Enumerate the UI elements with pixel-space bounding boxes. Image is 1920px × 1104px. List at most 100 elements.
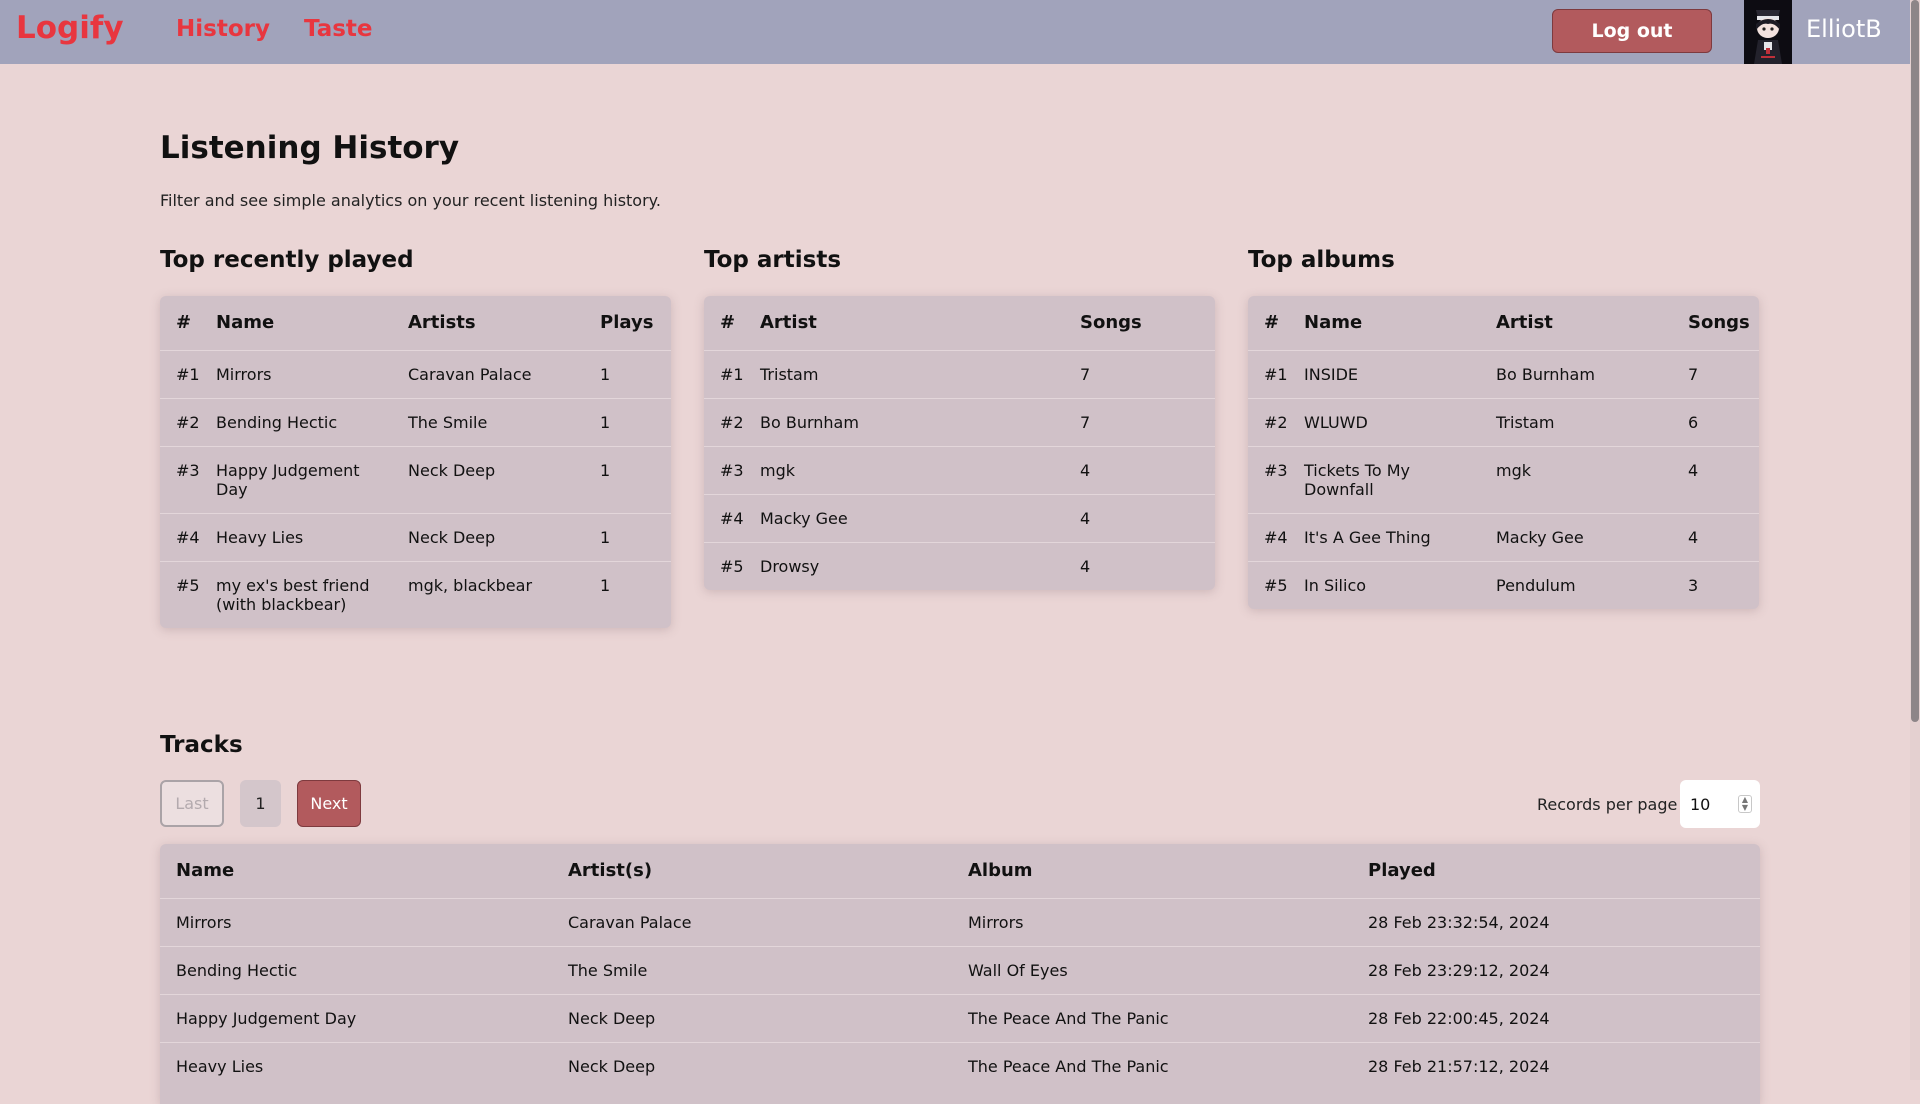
nav-link-history[interactable]: History (176, 16, 270, 42)
brand-logo[interactable]: Logify (16, 10, 124, 46)
username[interactable]: ElliotB (1806, 15, 1882, 43)
name-cell: Heavy Lies (208, 513, 400, 562)
table-row: #4 It's A Gee Thing Macky Gee 4 (1248, 513, 1759, 562)
column-header: # (704, 296, 752, 351)
name-cell: Mirrors (208, 350, 400, 399)
artist-cell: mgk (1488, 446, 1680, 514)
name-cell: my ex's best friend (with blackbear) (216, 575, 370, 614)
rank-cell: #4 (1248, 513, 1296, 562)
artist-cell: Macky Gee (1488, 513, 1680, 562)
column-header: # (1248, 296, 1296, 351)
table-row: #2 Bending Hectic The Smile 1 (160, 398, 671, 447)
songs-cell: 7 (1072, 350, 1215, 399)
artist-cell: Tristam (752, 350, 1072, 399)
artist-cell: Drowsy (760, 556, 820, 576)
plays-cell: 1 (592, 350, 671, 399)
artists-cell: Neck Deep (400, 513, 592, 562)
column-header: Artist (1488, 296, 1680, 351)
table-row: #5 my ex's best friend (with blackbear) … (160, 561, 671, 628)
rank-cell: #1 (704, 350, 752, 399)
page-subtitle: Filter and see simple analytics on your … (160, 191, 661, 210)
track-name-cell: Happy Judgement Day (160, 994, 560, 1043)
table-row: #2 Bo Burnham 7 (704, 398, 1215, 447)
artists-cell: The Smile (400, 398, 592, 447)
track-album-cell: Wall Of Eyes (960, 946, 1360, 995)
album-name-cell: INSIDE (1296, 350, 1488, 399)
plays-cell: 1 (600, 575, 611, 595)
track-played-cell: 28 Feb 22:00:45, 2024 (1360, 994, 1760, 1043)
table-header-row: # Artist Songs (704, 296, 1215, 351)
artists-cell: Neck Deep (400, 446, 592, 514)
rank-cell: #2 (160, 398, 208, 447)
table-row[interactable]: Heavy Lies Neck Deep The Peace And The P… (160, 1042, 1760, 1090)
table-row[interactable]: Mirrors Caravan Palace Mirrors 28 Feb 23… (160, 898, 1760, 947)
logout-button[interactable]: Log out (1552, 9, 1712, 53)
table-row: #4 Heavy Lies Neck Deep 1 (160, 513, 671, 562)
pagination-last-button[interactable]: Last (160, 780, 224, 827)
pagination-next-button[interactable]: Next (297, 780, 361, 827)
rank-cell: #3 (160, 446, 208, 514)
top-played-title: Top recently played (160, 247, 414, 273)
track-artists-cell: Neck Deep (568, 1056, 656, 1076)
page-title: Listening History (160, 130, 460, 166)
table-row: #3 mgk 4 (704, 446, 1215, 495)
songs-cell: 7 (1072, 398, 1215, 447)
pagination-page-1[interactable]: 1 (240, 780, 281, 827)
album-name-cell: Tickets To My Downfall (1296, 446, 1488, 514)
songs-cell: 4 (1072, 446, 1215, 495)
records-per-page-input[interactable]: 10 ▲ ▼ (1680, 780, 1760, 828)
top-artists-title: Top artists (704, 247, 842, 273)
top-albums-table: # Name Artist Songs #1 INSIDE Bo Burnham… (1248, 296, 1759, 609)
plays-cell: 1 (592, 446, 671, 514)
name-cell: Happy Judgement Day (208, 446, 400, 514)
table-row: #3 Happy Judgement Day Neck Deep 1 (160, 446, 671, 514)
songs-cell: 4 (1080, 556, 1091, 576)
track-played-cell: 28 Feb 23:32:54, 2024 (1360, 898, 1760, 947)
table-row: #1 Mirrors Caravan Palace 1 (160, 350, 671, 399)
top-albums-title: Top albums (1248, 247, 1395, 273)
scrollbar[interactable] (1910, 0, 1920, 1080)
artist-cell: Tristam (1488, 398, 1680, 447)
scrollbar-thumb[interactable] (1911, 0, 1919, 722)
top-artists-card: # Artist Songs #1 Tristam 7 #2 Bo Burnha… (704, 296, 1215, 590)
track-artists-cell: Neck Deep (560, 994, 960, 1043)
track-album-cell: The Peace And The Panic (960, 994, 1360, 1043)
rank-cell: #1 (160, 350, 208, 399)
navbar: Logify History Taste Log out ElliotB (0, 0, 1910, 64)
rank-cell: #2 (704, 398, 752, 447)
column-header: Played (1360, 844, 1760, 899)
table-row[interactable]: Bending Hectic The Smile Wall Of Eyes 28… (160, 946, 1760, 995)
rank-cell: #3 (704, 446, 752, 495)
plays-cell: 1 (592, 513, 671, 562)
album-name-cell: In Silico (1304, 575, 1367, 595)
column-header: Name (1296, 296, 1488, 351)
table-row: #1 Tristam 7 (704, 350, 1215, 399)
artist-cell: Macky Gee (752, 494, 1072, 543)
nav-link-taste[interactable]: Taste (304, 16, 373, 42)
artist-cell: mgk (752, 446, 1072, 495)
album-name-cell: WLUWD (1296, 398, 1488, 447)
column-header: Name (160, 844, 560, 899)
artists-cell: Caravan Palace (400, 350, 592, 399)
column-header: Artists (400, 296, 592, 351)
rank-cell: #4 (160, 513, 208, 562)
songs-cell: 7 (1680, 350, 1759, 399)
records-per-page-value[interactable]: 10 (1690, 795, 1710, 814)
album-name-cell: It's A Gee Thing (1296, 513, 1488, 562)
artist-cell: Bo Burnham (1488, 350, 1680, 399)
table-row[interactable]: Happy Judgement Day Neck Deep The Peace … (160, 994, 1760, 1043)
top-artists-table: # Artist Songs #1 Tristam 7 #2 Bo Burnha… (704, 296, 1215, 590)
column-header: # (160, 296, 208, 351)
songs-cell: 4 (1680, 446, 1759, 514)
rank-cell: #3 (1248, 446, 1296, 514)
column-header: Artist (752, 296, 1072, 351)
table-header-row: # Name Artists Plays (160, 296, 671, 351)
name-cell: Bending Hectic (208, 398, 400, 447)
stepper-arrows-icon[interactable]: ▲ ▼ (1738, 795, 1752, 813)
avatar[interactable] (1744, 0, 1792, 64)
records-per-page-label: Records per page (1537, 795, 1678, 814)
rank-cell: #4 (704, 494, 752, 543)
table-row: #2 WLUWD Tristam 6 (1248, 398, 1759, 447)
artist-cell: Bo Burnham (752, 398, 1072, 447)
column-header: Album (960, 844, 1360, 899)
